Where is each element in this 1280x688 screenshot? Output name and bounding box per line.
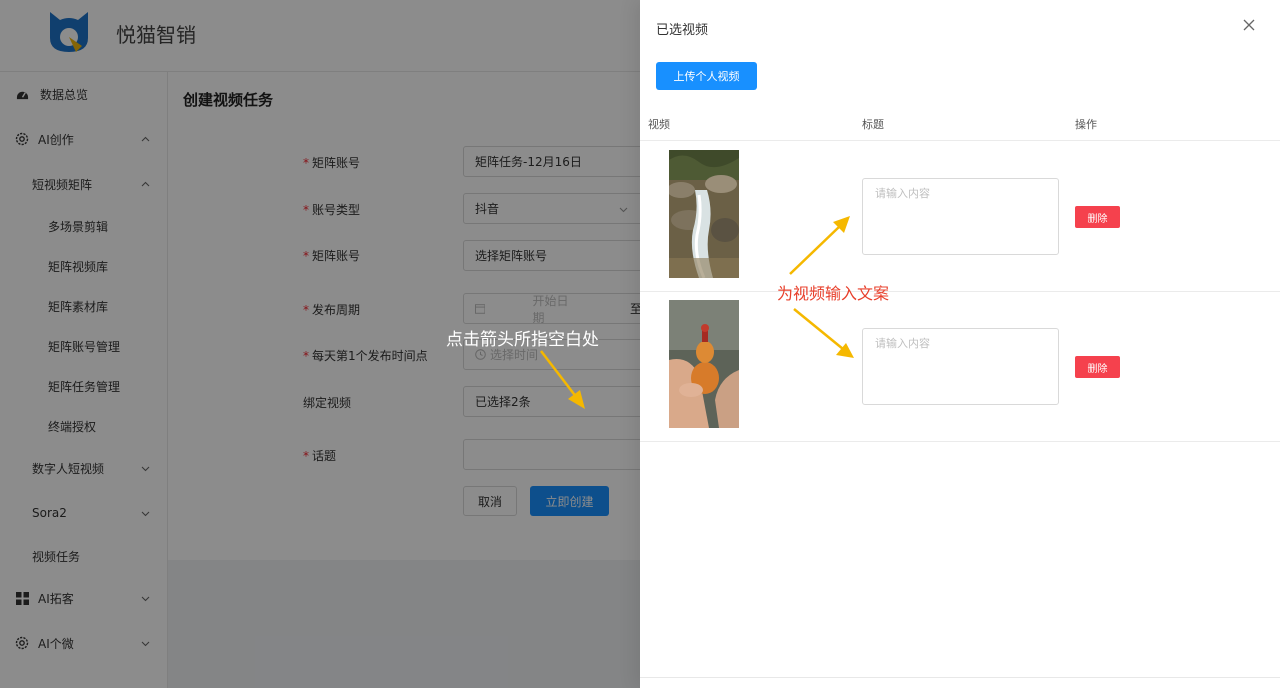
close-icon[interactable] [1241, 17, 1257, 33]
upload-personal-video-button[interactable]: 上传个人视频 [656, 62, 757, 90]
drawer-footer-divider [640, 677, 1280, 678]
delete-video-button[interactable]: 删除 [1075, 206, 1120, 228]
video-title-input[interactable] [862, 178, 1059, 255]
row-divider [640, 441, 1280, 442]
column-header-actions: 操作 [1075, 118, 1097, 131]
video-title-input[interactable] [862, 328, 1059, 405]
table-divider [640, 140, 1280, 141]
video-thumbnail-waterfall[interactable] [669, 150, 739, 278]
instruction-click-blank-area: 点击箭头所指空白处 [446, 330, 599, 350]
drawer-title: 已选视频 [656, 23, 709, 38]
column-header-video: 视频 [648, 118, 670, 131]
video-thumbnail-gourd[interactable] [669, 300, 739, 428]
column-header-title: 标题 [862, 118, 884, 131]
selected-videos-drawer: 已选视频 上传个人视频 视频 标题 操作 删除 [640, 0, 1280, 688]
delete-video-button[interactable]: 删除 [1075, 356, 1120, 378]
instruction-enter-video-caption: 为视频输入文案 [777, 284, 890, 303]
row-divider [640, 291, 1280, 292]
